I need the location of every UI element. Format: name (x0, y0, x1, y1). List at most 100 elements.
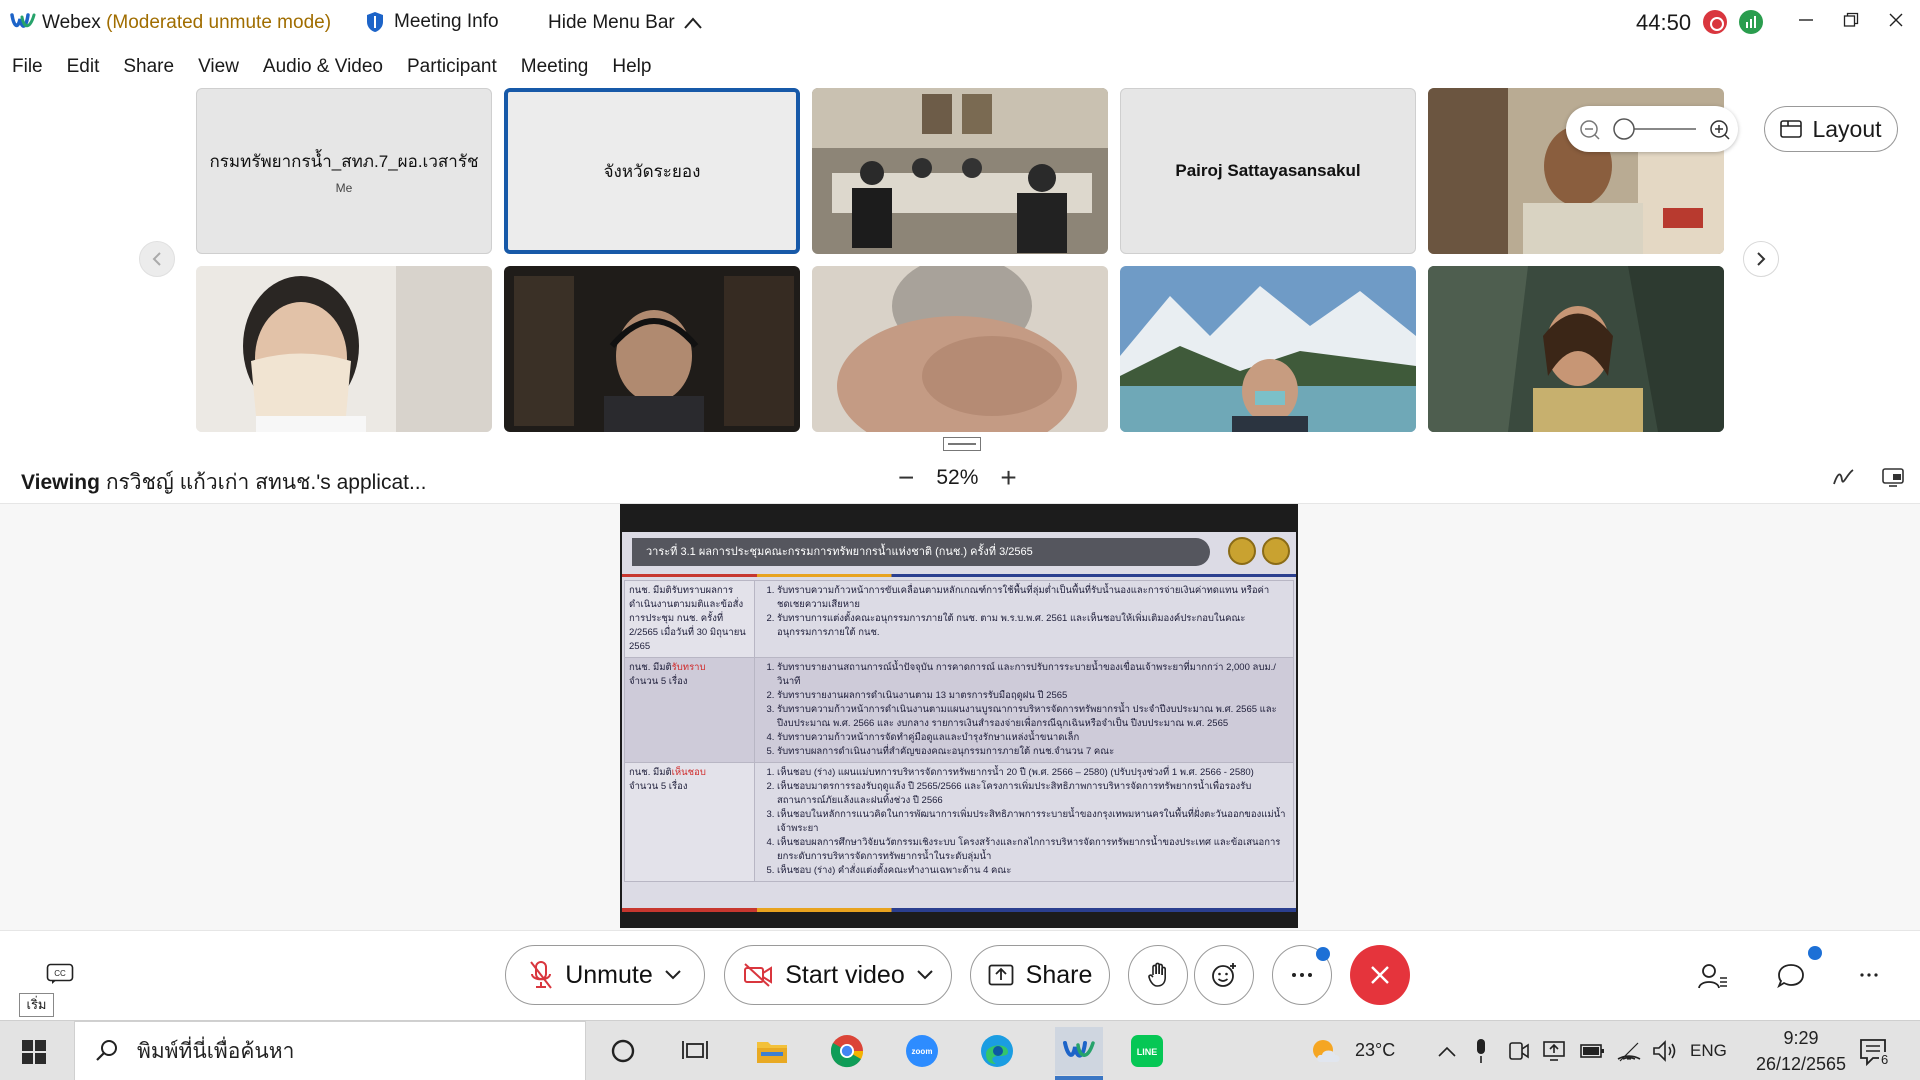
input-language[interactable]: ENG (1690, 1041, 1727, 1061)
unmute-mode-label: (Moderated unmute mode) (106, 12, 332, 33)
restore-button[interactable] (1831, 6, 1871, 38)
menu-audio-video[interactable]: Audio & Video (251, 52, 395, 82)
participant-tile-video[interactable] (812, 88, 1108, 254)
menu-view[interactable]: View (186, 52, 251, 82)
list-item: รับทราบความก้าวหน้าการขับเคลื่อนตามหลักเ… (777, 584, 1289, 612)
notification-dot (1316, 947, 1330, 961)
cell-text: กนช. มีมติ (629, 662, 672, 673)
mountain-background-video (1120, 266, 1416, 432)
participant-name: จังหวัดระยอง (603, 161, 701, 181)
zoom-app-button[interactable]: zoom (904, 1033, 940, 1069)
windows-start-icon[interactable] (22, 1040, 46, 1064)
chat-icon[interactable] (1776, 962, 1806, 990)
participant-tile-video[interactable] (196, 266, 492, 432)
edge-button[interactable] (979, 1033, 1015, 1069)
participant-tile-active-speaker[interactable]: จังหวัดระยอง (504, 88, 800, 254)
battery-icon[interactable] (1580, 1041, 1606, 1061)
weather-icon[interactable] (1310, 1034, 1344, 1068)
microphone-icon[interactable] (1474, 1038, 1488, 1064)
menu-share[interactable]: Share (111, 52, 186, 82)
minimize-button[interactable] (1786, 6, 1826, 38)
screen-share-tray-icon[interactable] (1542, 1039, 1566, 1063)
unmute-button[interactable]: Unmute (505, 945, 705, 1005)
clock-time[interactable]: 9:29 (1768, 1028, 1834, 1049)
file-explorer-button[interactable] (754, 1033, 790, 1069)
list-item: เห็นชอบ (ร่าง) แผนแม่บทการบริหารจัดการทร… (777, 766, 1289, 780)
resize-handle[interactable] (943, 437, 981, 451)
line-app-button[interactable]: LINE (1129, 1033, 1165, 1069)
chevron-down-icon[interactable] (665, 970, 681, 980)
raise-hand-button[interactable] (1128, 945, 1188, 1005)
chrome-button[interactable] (829, 1033, 865, 1069)
reactions-button[interactable] (1194, 945, 1254, 1005)
app-title: Webex (Moderated unmute mode) (42, 12, 331, 34)
chevron-down-icon[interactable] (917, 970, 933, 980)
participant-tile-video[interactable] (1428, 266, 1724, 432)
camera-in-use-icon[interactable] (1508, 1039, 1530, 1063)
pop-out-share-icon[interactable] (1881, 466, 1907, 488)
cell-highlight: เห็นชอบ (671, 767, 706, 778)
participant-tile-video[interactable] (1120, 266, 1416, 432)
table-row: กนช. มีมติรับทราบ จำนวน 5 เรื่อง รับทราบ… (624, 657, 1294, 763)
zoom-level: 52% (936, 466, 979, 489)
list-item: เห็นชอบมาตรการรองรับฤดูแล้ง ปี 2565/2566… (777, 780, 1289, 808)
woman-phone-video (1428, 266, 1724, 432)
task-view-button[interactable] (677, 1033, 713, 1069)
table-cell: รับทราบรายงานสถานการณ์น้ำปัจจุบัน การคาด… (754, 657, 1294, 763)
participant-name: Pairoj Sattayasansakul (1175, 161, 1361, 180)
menu-help[interactable]: Help (600, 52, 663, 82)
slide-body: วาระที่ 3.1 ผลการประชุมคณะกรรมการทรัพยาก… (622, 532, 1296, 908)
menu-participant[interactable]: Participant (395, 52, 509, 82)
network-health-icon[interactable] (1739, 10, 1763, 34)
chrome-icon (830, 1035, 864, 1068)
more-panels-icon[interactable] (1860, 972, 1878, 978)
svg-text:zoom: zoom (912, 1047, 933, 1056)
hide-menu-bar-button[interactable]: Hide Menu Bar (548, 12, 703, 34)
participant-name: กรมทรัพยากรน้ำ_สทภ.7_ผอ.เวสารัช (209, 151, 479, 171)
share-screen-icon (988, 964, 1014, 986)
share-button[interactable]: Share (970, 945, 1110, 1005)
shared-app-name: กรวิชญ์ แก้วเก่า สทนช.'s applicat... (105, 471, 427, 494)
zoom-out-button[interactable]: − (898, 462, 914, 494)
participant-tile-self[interactable]: กรมทรัพยากรน้ำ_สทภ.7_ผอ.เวสารัช Me (196, 88, 492, 254)
meeting-info-button[interactable]: Meeting Info (366, 11, 499, 33)
list-item: เห็นชอบ (ร่าง) คำสั่งแต่งตั้งคณะทำงานเฉพ… (777, 864, 1289, 878)
volume-icon[interactable] (1652, 1039, 1678, 1063)
list-item: รับทราบการแต่งตั้งคณะอนุกรรมการภายใต้ กน… (777, 612, 1289, 640)
menu-meeting[interactable]: Meeting (509, 52, 601, 82)
participant-tile-video[interactable] (812, 266, 1108, 432)
menu-file[interactable]: File (0, 52, 55, 82)
wifi-icon[interactable] (1616, 1039, 1642, 1063)
layout-button[interactable]: Layout (1764, 106, 1898, 152)
taskbar-search-input[interactable]: พิมพ์ที่นี่เพื่อค้นหา (74, 1021, 586, 1080)
menu-edit[interactable]: Edit (55, 52, 112, 82)
webex-taskbar-button[interactable] (1055, 1027, 1103, 1075)
leave-meeting-button[interactable] (1350, 945, 1410, 1005)
cortana-button[interactable] (605, 1033, 641, 1069)
list-item: รับทราบรายงานผลการดำเนินงานตาม 13 มาตรกา… (777, 689, 1289, 703)
table-cell: เห็นชอบ (ร่าง) แผนแม่บทการบริหารจัดการทร… (754, 762, 1294, 882)
annotate-icon[interactable] (1831, 466, 1857, 488)
recording-icon[interactable] (1703, 10, 1727, 34)
previous-page-button[interactable] (139, 241, 175, 277)
cell-highlight: รับทราบ (671, 662, 706, 673)
show-hidden-icons-icon[interactable] (1438, 1045, 1456, 1057)
clock-date[interactable]: 26/12/2565 (1742, 1054, 1860, 1075)
next-page-button[interactable] (1743, 241, 1779, 277)
participant-tile-pairoj[interactable]: Pairoj Sattayasansakul (1120, 88, 1416, 254)
closed-captions-icon[interactable]: CC (46, 963, 74, 985)
zoom-slider[interactable] (1566, 106, 1738, 152)
close-icon (1371, 966, 1389, 984)
close-window-button[interactable] (1876, 6, 1916, 38)
slide-table: กนช. มีมติรับทราบผลการดำเนินงานตามมติและ… (624, 580, 1294, 882)
layout-label: Layout (1812, 115, 1882, 142)
participants-icon[interactable] (1698, 962, 1728, 990)
chevron-left-icon (152, 252, 161, 266)
seal-logo-2 (1262, 537, 1290, 565)
zoom-in-button[interactable]: + (1000, 462, 1016, 494)
active-app-indicator (1055, 1076, 1103, 1080)
participant-tile-video[interactable] (504, 266, 800, 432)
muted-mic-icon (530, 961, 553, 989)
start-video-button[interactable]: Start video (724, 945, 952, 1005)
webex-icon (1063, 1041, 1095, 1058)
